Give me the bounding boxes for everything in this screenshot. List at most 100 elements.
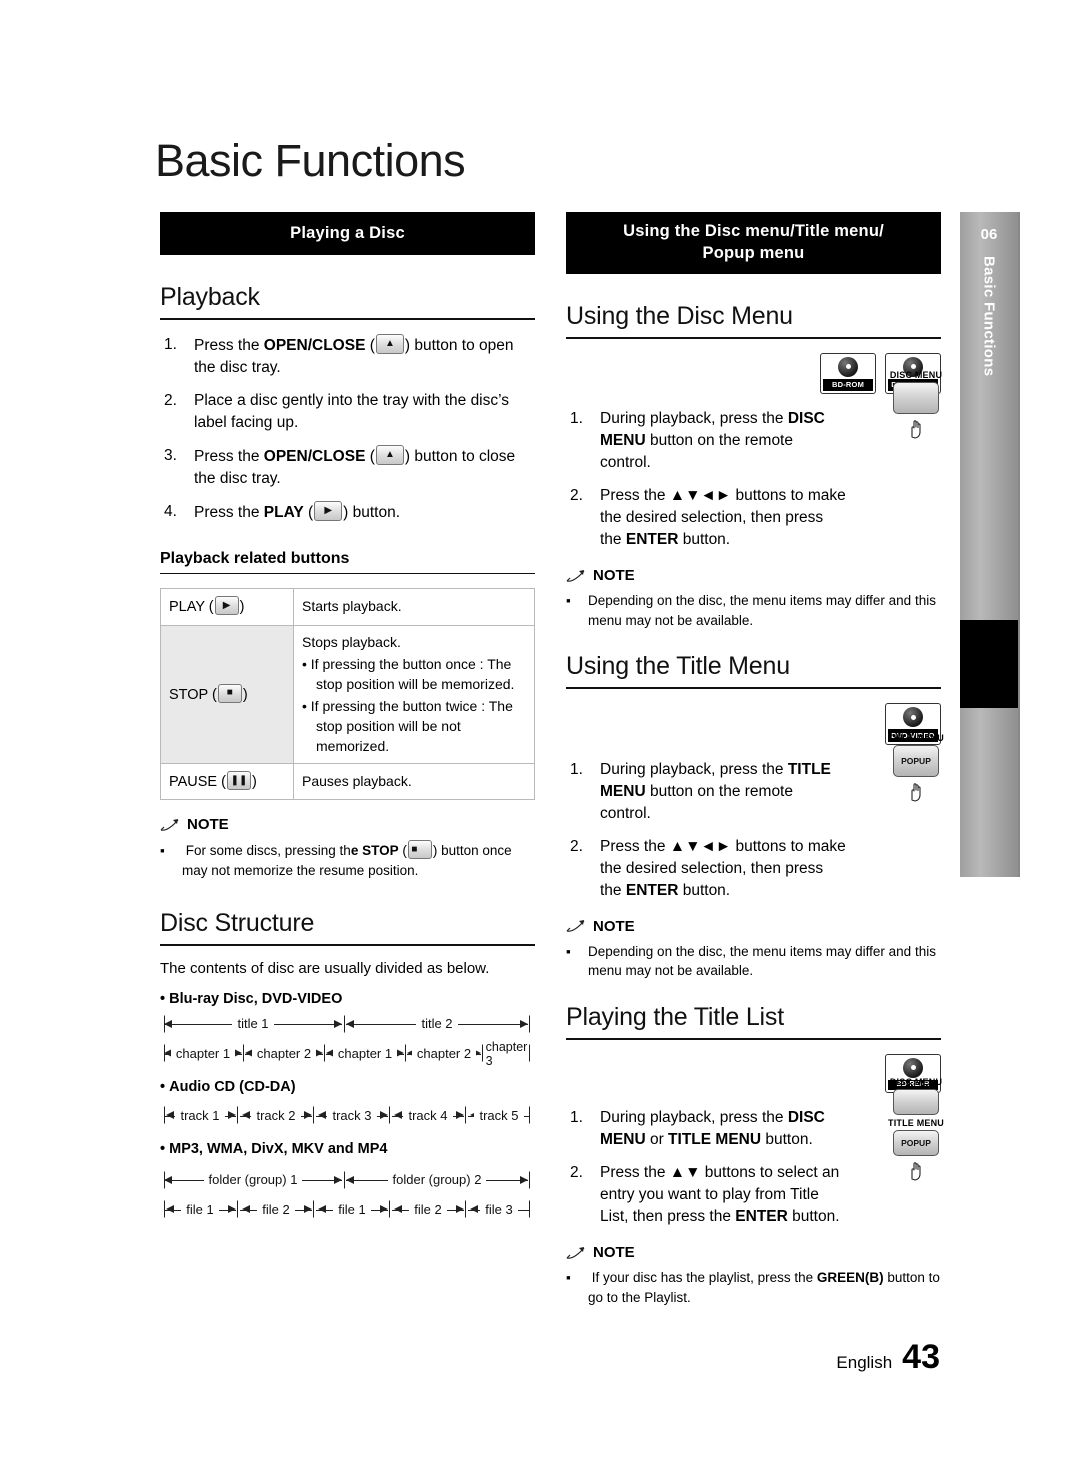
hand-pointer-icon — [903, 1157, 929, 1183]
button-label: POPUP — [901, 1138, 931, 1149]
disc-menu-button[interactable] — [893, 382, 939, 415]
table-cell-desc: Pauses playback. — [293, 763, 535, 801]
table-cell-subline: If pressing the button once : The stop p… — [310, 656, 515, 692]
step-text: Place a disc gently into the tray with t… — [194, 392, 510, 432]
pencil-icon — [566, 1246, 586, 1260]
disc-structure-label-text: Audio CD (CD-DA) — [169, 1078, 296, 1095]
table-cell-key: PLAY (▶) — [160, 588, 294, 626]
table-cell-line: Starts playback. — [302, 598, 402, 615]
step-text: Press the ▲▼ buttons to select an entry … — [600, 1164, 840, 1226]
section-bar-disc-title-popup: Using the Disc menu/Title menu/ Popup me… — [566, 212, 941, 274]
list-item: 2. Press the ▲▼◄► buttons to make the de… — [566, 836, 848, 902]
callout-disc-menu: DISC MENU — [885, 370, 947, 441]
table-cell-line: • If pressing the button once : The stop… — [302, 656, 515, 692]
disc-icon — [903, 707, 923, 728]
disc-structure-label-text: MP3, WMA, DivX, MKV and MP4 — [169, 1140, 388, 1157]
note-header: NOTE — [566, 567, 941, 584]
note-text: ▪ Depending on the disc, the menu items m… — [566, 943, 936, 979]
note-title-list: NOTE ▪ If your disc has the playlist, pr… — [566, 1244, 941, 1307]
step-number: 1. — [570, 1109, 583, 1127]
table-cell-line: Stops playback. — [302, 633, 401, 650]
title-menu-popup-button[interactable]: POPUP — [893, 1130, 939, 1157]
note-label: NOTE — [593, 917, 635, 935]
note-header: NOTE — [566, 918, 941, 935]
disc-structure-row-chapters: chapter 1 chapter 2 chapter 1 chapter 2 … — [160, 1039, 535, 1068]
step-text: Press the OPEN/CLOSE (▲) button to open … — [194, 334, 513, 376]
segment-label: chapter 1 — [170, 1046, 236, 1062]
page-footer: English 43 — [836, 1338, 940, 1377]
step-number: 2. — [570, 1164, 583, 1182]
list-item: 2. Place a disc gently into the tray wit… — [160, 390, 535, 434]
list-item: 1. During playback, press the DISC MENU … — [566, 1107, 848, 1151]
side-tab: 06 Basic Functions — [960, 212, 1018, 877]
stop-icon: ■ — [217, 683, 242, 703]
note-text: ▪ Depending on the disc, the menu items m… — [566, 593, 936, 628]
list-item: 1. During playback, press the DISC MENU … — [566, 408, 848, 474]
segment-label: title 2 — [416, 1016, 458, 1032]
step-text: Press the OPEN/CLOSE (▲) button to close… — [194, 445, 515, 487]
segment-label: track 1 — [175, 1108, 225, 1124]
hand-pointer-icon — [903, 415, 929, 441]
pencil-icon — [160, 818, 180, 832]
heading-playing-title-list: Playing the Title List — [566, 1003, 941, 1040]
segment-label: track 5 — [474, 1108, 524, 1124]
list-item: 3. Press the OPEN/CLOSE (▲) button to cl… — [160, 445, 535, 490]
list-item: 2. Press the ▲▼ buttons to select an ent… — [566, 1162, 848, 1228]
pencil-icon — [566, 919, 586, 933]
manual-page: Basic Functions 06 Basic Functions Playi… — [0, 0, 1080, 1477]
table-cell-desc: Starts playback. — [293, 588, 535, 626]
heading-playback: Playback — [160, 283, 535, 321]
note-title-menu: NOTE ▪ Depending on the disc, the menu it… — [566, 918, 941, 981]
list-item: 4. Press the PLAY (▶) button. — [160, 501, 535, 524]
callout-title-menu: TITLE MENU POPUP — [885, 733, 947, 804]
pause-icon: ❚❚ — [226, 771, 251, 791]
step-text: Press the ▲▼◄► buttons to make the desir… — [600, 837, 846, 899]
callout-label: DISC MENU — [889, 370, 943, 381]
note-header: NOTE — [566, 1244, 941, 1261]
step-number: 1. — [570, 760, 583, 778]
eject-icon: ▲ — [375, 334, 404, 355]
note-item: Depending on the disc, the menu items ma… — [588, 593, 936, 628]
disc-structure-label: • Blu-ray Disc, DVD-VIDEO — [160, 990, 343, 1007]
heading-disc-structure: Disc Structure — [160, 909, 535, 946]
callout-label-title-menu: TITLE MENU — [888, 1118, 944, 1129]
right-column: Using the Disc menu/Title menu/ Popup me… — [566, 212, 944, 1307]
note-text: ▪ If your disc has the playlist, press t… — [566, 1270, 940, 1305]
note-disc-menu: NOTE ▪ Depending on the disc, the menu it… — [566, 567, 941, 630]
list-item: 1. During playback, press the TITLE MENU… — [566, 759, 848, 825]
disc-structure-intro: The contents of disc are usually divided… — [160, 959, 490, 977]
hand-pointer-icon — [903, 778, 929, 804]
table-cell-line: • If pressing the button twice : The sto… — [302, 698, 513, 754]
note-header: NOTE — [160, 816, 535, 833]
heading-using-title-menu: Using the Title Menu — [566, 652, 941, 690]
side-tab-number: 06 — [980, 226, 998, 243]
segment-label: file 2 — [409, 1202, 447, 1218]
disc-icon — [903, 1057, 923, 1078]
step-number: 3. — [164, 447, 177, 465]
segment-label: chapter 3 — [483, 1039, 530, 1068]
step-number: 1. — [570, 410, 583, 428]
side-tab-label: Basic Functions — [980, 256, 998, 377]
heading-using-disc-menu: Using the Disc Menu — [566, 302, 941, 339]
list-item: 1. Press the OPEN/CLOSE (▲) button to op… — [160, 334, 535, 379]
segment-label: chapter 2 — [411, 1046, 477, 1062]
step-number: 2. — [570, 487, 583, 505]
section-bar-playing-a-disc: Playing a Disc — [160, 212, 535, 256]
disc-structure-row-titles: title 1 title 2 — [160, 1011, 535, 1037]
section-bar-line-2: Popup menu — [702, 244, 805, 263]
pencil-icon — [566, 569, 586, 583]
disc-structure-row-folders: folder (group) 1 folder (group) 2 — [160, 1167, 535, 1193]
step-number: 4. — [164, 503, 177, 521]
playback-buttons-table: PLAY (▶) Starts playback. STOP (■) Stops… — [160, 588, 535, 801]
note-playback: NOTE ▪ For some discs, pressing the STOP… — [160, 816, 535, 880]
callout-label-disc-menu: DISC MENU — [889, 1077, 943, 1088]
disc-menu-button[interactable] — [893, 1089, 939, 1116]
playback-steps: 1. Press the OPEN/CLOSE (▲) button to op… — [160, 334, 535, 524]
table-cell-key: PAUSE (❚❚) — [160, 763, 294, 801]
segment-label: file 1 — [181, 1202, 219, 1218]
segment-label: track 4 — [403, 1108, 453, 1124]
note-label: NOTE — [593, 567, 635, 585]
step-text: During playback, press the DISC MENU but… — [600, 410, 825, 472]
segment-label: track 3 — [327, 1108, 377, 1124]
title-menu-popup-button[interactable]: POPUP — [893, 744, 939, 777]
